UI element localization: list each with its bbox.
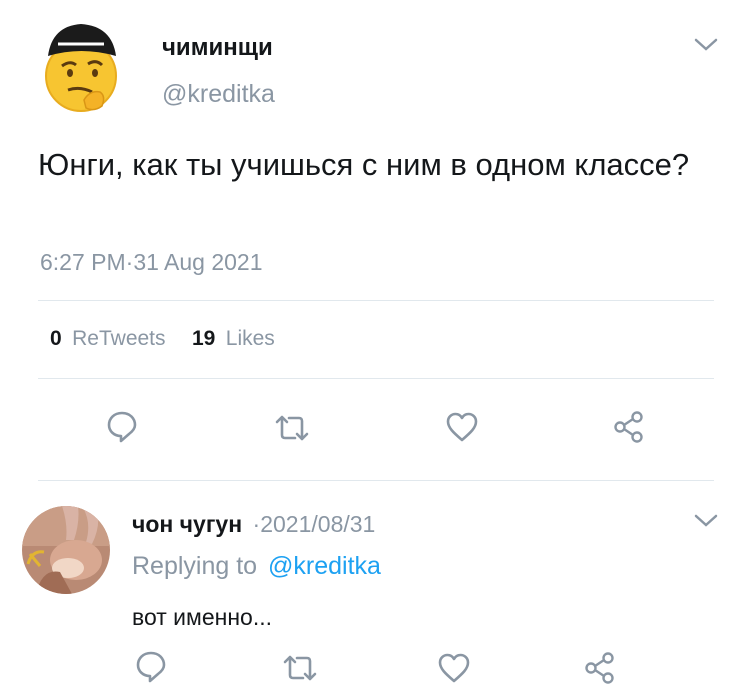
reply-icon[interactable] bbox=[106, 410, 138, 444]
reply-header: чон чугун ·2021/08/31 bbox=[132, 511, 375, 538]
replying-handle[interactable]: @kreditka bbox=[268, 552, 381, 580]
author-handle[interactable]: @kreditka bbox=[162, 80, 275, 109]
tweet-stats: 0 ReTweets 19 Likes bbox=[50, 327, 275, 351]
reply-author-name[interactable]: чон чугун bbox=[132, 511, 242, 537]
like-icon[interactable] bbox=[445, 411, 479, 443]
author-avatar[interactable] bbox=[40, 18, 122, 112]
likes-count[interactable]: 19 bbox=[192, 327, 215, 350]
tweet-text: Юнги, как ты учишься с ним в одном класс… bbox=[38, 147, 690, 182]
share-icon[interactable] bbox=[583, 651, 617, 685]
replying-prefix: Replying to bbox=[132, 552, 258, 580]
author-name[interactable]: чиминщи bbox=[162, 34, 273, 62]
tweet-timestamp: 6:27 PM·31 Aug 2021 bbox=[40, 249, 263, 276]
replying-to: Replying to @kreditka bbox=[132, 552, 381, 581]
tweet-time: 6:27 PM bbox=[40, 249, 126, 275]
tweet-date: 31 Aug 2021 bbox=[133, 249, 263, 275]
retweets-label[interactable]: ReTweets bbox=[72, 327, 165, 350]
likes-label[interactable]: Likes bbox=[226, 327, 275, 350]
reply-author-avatar[interactable] bbox=[22, 506, 110, 594]
share-icon[interactable] bbox=[612, 410, 646, 444]
divider bbox=[38, 480, 714, 481]
retweets-count[interactable]: 0 bbox=[50, 327, 62, 350]
retweet-icon[interactable] bbox=[273, 414, 311, 442]
reply-text: вот именно... bbox=[132, 604, 272, 630]
divider bbox=[38, 300, 714, 301]
divider bbox=[38, 378, 714, 379]
chevron-down-icon[interactable] bbox=[693, 37, 719, 53]
reply-date: 2021/08/31 bbox=[260, 511, 376, 537]
reply-icon[interactable] bbox=[135, 650, 167, 684]
chevron-down-icon[interactable] bbox=[693, 513, 719, 529]
retweet-icon[interactable] bbox=[281, 654, 319, 682]
like-icon[interactable] bbox=[437, 652, 471, 684]
